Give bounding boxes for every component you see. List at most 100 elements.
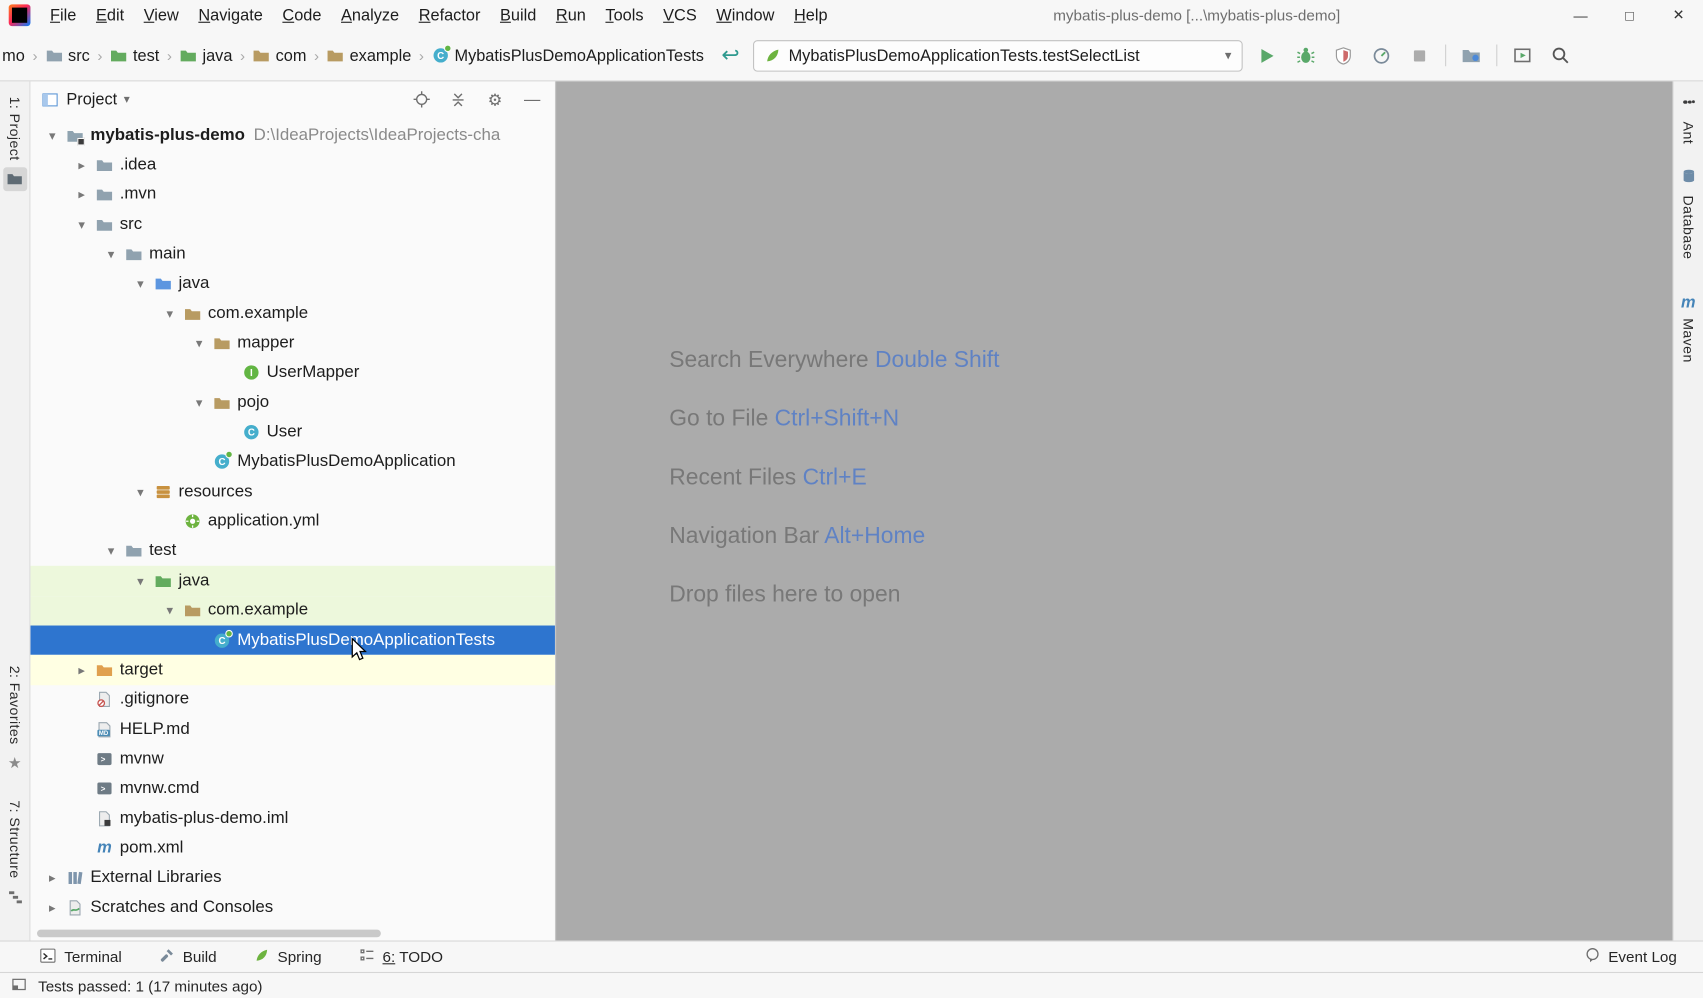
tree-row-java[interactable]: ▾java (30, 566, 555, 596)
chevron-expanded-icon[interactable]: ▾ (126, 276, 154, 291)
bottom-tab-event-log[interactable]: Event Log (1584, 947, 1677, 967)
chevron-expanded-icon[interactable]: ▾ (156, 603, 184, 618)
menu-build[interactable]: Build (490, 1, 546, 30)
tree-row-application-yml[interactable]: application.yml (30, 507, 555, 537)
menu-edit[interactable]: Edit (86, 1, 134, 30)
debug-button[interactable] (1292, 42, 1318, 68)
breadcrumb-item-mybatisplusdemoapplicationtests[interactable]: CMybatisPlusDemoApplicationTests (432, 46, 704, 64)
back-arrow-icon[interactable]: ↩ (721, 45, 739, 67)
tree-row-external-libraries[interactable]: ▸External Libraries (30, 863, 555, 893)
tree-row-main[interactable]: ▾main (30, 239, 555, 269)
tree-row-src[interactable]: ▾src (30, 210, 555, 240)
tree-row-target[interactable]: ▸target (30, 655, 555, 685)
stop-button[interactable] (1407, 42, 1433, 68)
project-tab-icon[interactable] (3, 167, 27, 191)
folder-button[interactable] (1458, 42, 1484, 68)
close-button[interactable]: ✕ (1654, 0, 1703, 30)
tool-tab-2-favorites[interactable]: 2: Favorites★ (0, 666, 29, 775)
tree-row-usermapper[interactable]: IUserMapper (30, 358, 555, 388)
menu-help[interactable]: Help (784, 1, 837, 30)
tree-row-mvnw-cmd[interactable]: >mvnw.cmd (30, 774, 555, 804)
hide-panel-button[interactable]: — (522, 90, 542, 110)
menu-vcs[interactable]: VCS (653, 1, 706, 30)
settings-gear-icon[interactable]: ⚙ (485, 90, 505, 110)
tree-row-java[interactable]: ▾java (30, 269, 555, 299)
locate-file-button[interactable] (411, 90, 431, 110)
project-panel-title[interactable]: Project (66, 90, 117, 108)
tool-tab-1-project[interactable]: 1: Project (0, 97, 29, 191)
tree-row-com-example[interactable]: ▾com.example (30, 596, 555, 626)
bottom-tab-terminal[interactable]: Terminal (39, 946, 122, 967)
breadcrumb-item-test[interactable]: test (110, 46, 159, 64)
breadcrumb-item-example[interactable]: example (327, 46, 412, 64)
breadcrumb-item-mo[interactable]: mo (2, 46, 25, 64)
tool-tab-maven[interactable]: mMaven (1674, 294, 1703, 362)
tree-row-mybatisplusdemoapplication[interactable]: CMybatisPlusDemoApplication (30, 447, 555, 477)
tree-row-mapper[interactable]: ▾mapper (30, 328, 555, 358)
chevron-expanded-icon[interactable]: ▾ (67, 217, 95, 232)
bottom-tab-build[interactable]: Build (159, 947, 217, 967)
breadcrumb-item-java[interactable]: java (180, 46, 233, 64)
run-configuration-select[interactable]: MybatisPlusDemoApplicationTests.testSele… (753, 40, 1243, 71)
structure-icon[interactable] (3, 885, 27, 909)
editor-area[interactable]: Search Everywhere Double ShiftGo to File… (556, 81, 1672, 940)
chevron-collapsed-icon[interactable]: ▸ (67, 157, 95, 172)
menu-file[interactable]: File (40, 1, 86, 30)
chevron-expanded-icon[interactable]: ▾ (185, 395, 213, 410)
tree-row-com-example[interactable]: ▾com.example (30, 299, 555, 329)
tree-row-mybatis-plus-demo-iml[interactable]: mybatis-plus-demo.iml (30, 804, 555, 834)
chevron-expanded-icon[interactable]: ▾ (97, 544, 125, 559)
menu-window[interactable]: Window (707, 1, 785, 30)
profiler-button[interactable] (1369, 42, 1395, 68)
menu-navigate[interactable]: Navigate (189, 1, 273, 30)
status-message[interactable]: Tests passed: 1 (17 minutes ago) (38, 977, 262, 994)
bottom-tab-spring[interactable]: Spring (254, 947, 322, 967)
tree-row-pojo[interactable]: ▾pojo (30, 388, 555, 418)
toggle-toolwindows-icon[interactable] (11, 976, 27, 996)
maximize-button[interactable]: □ (1605, 0, 1654, 30)
collapse-all-button[interactable] (448, 90, 468, 110)
horizontal-scrollbar[interactable] (37, 930, 381, 938)
tool-tab-7-structure[interactable]: 7: Structure (0, 800, 29, 909)
chevron-collapsed-icon[interactable]: ▸ (38, 900, 66, 915)
run-button[interactable] (1254, 42, 1280, 68)
tree-row-pom-xml[interactable]: mpom.xml (30, 833, 555, 863)
menu-run[interactable]: Run (546, 1, 596, 30)
bottom-tab-6-todo[interactable]: 6: TODO (359, 947, 443, 967)
chevron-expanded-icon[interactable]: ▾ (38, 128, 66, 143)
breadcrumb-item-com[interactable]: com (253, 46, 307, 64)
chevron-expanded-icon[interactable]: ▾ (185, 336, 213, 351)
tree-row-mvn[interactable]: ▸.mvn (30, 180, 555, 210)
tree-row-scratches-and-consoles[interactable]: ▸Scratches and Consoles (30, 893, 555, 923)
tree-row-mvnw[interactable]: >mvnw (30, 744, 555, 774)
tree-row-idea[interactable]: ▸.idea (30, 150, 555, 180)
chevron-down-icon[interactable]: ▾ (124, 92, 130, 106)
tree-row-user[interactable]: CUser (30, 417, 555, 447)
breadcrumb-item-src[interactable]: src (45, 46, 90, 64)
menu-tools[interactable]: Tools (596, 1, 654, 30)
menu-code[interactable]: Code (273, 1, 332, 30)
menu-view[interactable]: View (134, 1, 189, 30)
tree-row-mybatisplusdemoapplicationtests[interactable]: CMybatisPlusDemoApplicationTests (30, 625, 555, 655)
menu-refactor[interactable]: Refactor (409, 1, 490, 30)
window-button[interactable] (1509, 42, 1535, 68)
chevron-expanded-icon[interactable]: ▾ (126, 573, 154, 588)
tree-row-resources[interactable]: ▾resources (30, 477, 555, 507)
tree-row-test[interactable]: ▾test (30, 536, 555, 566)
chevron-expanded-icon[interactable]: ▾ (126, 484, 154, 499)
tree-row-help-md[interactable]: MDHELP.md (30, 714, 555, 744)
chevron-expanded-icon[interactable]: ▾ (156, 306, 184, 321)
tool-tab-database[interactable]: Database (1674, 168, 1703, 259)
search-button[interactable] (1547, 42, 1573, 68)
tree-row-gitignore[interactable]: .gitignore (30, 685, 555, 715)
chevron-collapsed-icon[interactable]: ▸ (67, 187, 95, 202)
tool-tab-ant[interactable]: Ant (1674, 94, 1703, 144)
coverage-button[interactable] (1330, 42, 1356, 68)
menu-analyze[interactable]: Analyze (331, 1, 409, 30)
chevron-collapsed-icon[interactable]: ▸ (38, 870, 66, 885)
chevron-collapsed-icon[interactable]: ▸ (67, 662, 95, 677)
tree-row-mybatis-plus-demo[interactable]: ▾mybatis-plus-demoD:\IdeaProjects\IdeaPr… (30, 121, 555, 151)
star-icon[interactable]: ★ (3, 751, 27, 775)
minimize-button[interactable]: — (1556, 0, 1605, 30)
chevron-expanded-icon[interactable]: ▾ (97, 247, 125, 262)
